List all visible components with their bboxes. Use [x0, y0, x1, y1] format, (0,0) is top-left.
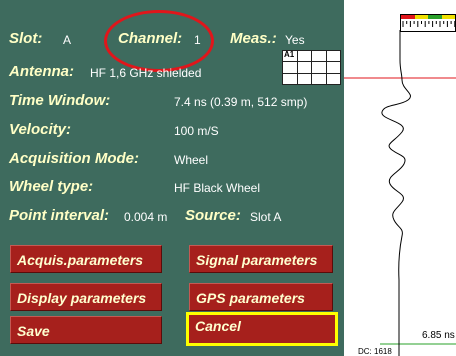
antenna-grid-cell[interactable] — [325, 50, 341, 63]
antenna-grid-cell[interactable] — [311, 61, 327, 74]
acquisition-mode-label: Acquisition Mode: — [9, 150, 139, 167]
source-label: Source: — [185, 207, 241, 224]
antenna-grid-cell[interactable] — [311, 72, 327, 85]
trace-bottom-label: DC: 1618 — [358, 347, 392, 356]
time-window-value[interactable]: 7.4 ns (0.39 m, 512 smp) — [174, 95, 307, 109]
meas-value[interactable]: Yes — [285, 33, 305, 47]
trace-waveform — [344, 30, 456, 356]
scale-ticks — [402, 21, 456, 27]
cancel-button[interactable]: Cancel — [186, 312, 338, 346]
signal-parameters-button[interactable]: Signal parameters — [189, 245, 333, 273]
wheel-type-value[interactable]: HF Black Wheel — [174, 181, 260, 195]
wheel-type-label: Wheel type: — [9, 178, 94, 195]
antenna-grid-cell[interactable] — [311, 50, 327, 63]
save-button[interactable]: Save — [10, 316, 162, 344]
gps-parameters-button[interactable]: GPS parameters — [189, 283, 333, 311]
antenna-label: Antenna: — [9, 63, 74, 80]
acquis-parameters-button[interactable]: Acquis.parameters — [10, 245, 162, 273]
time-window-label: Time Window: — [9, 92, 111, 109]
slot-label: Slot: — [9, 30, 43, 47]
antenna-grid-cell[interactable] — [282, 61, 298, 74]
velocity-label: Velocity: — [9, 121, 71, 138]
antenna-grid[interactable]: A1 — [282, 50, 341, 85]
display-parameters-button[interactable]: Display parameters — [10, 283, 162, 311]
signal-level-scale — [400, 14, 456, 32]
slot-value[interactable]: A — [63, 33, 71, 47]
settings-panel: Slot: A Channel: 1 Meas.: Yes Antenna: H… — [0, 0, 344, 356]
time-readout: 6.85 ns — [422, 330, 455, 341]
source-value[interactable]: Slot A — [250, 210, 281, 224]
antenna-grid-cell[interactable] — [296, 61, 312, 74]
point-interval-value[interactable]: 0.004 m — [124, 210, 167, 224]
acquisition-mode-value[interactable]: Wheel — [174, 153, 208, 167]
antenna-grid-cell[interactable] — [325, 61, 341, 74]
antenna-value[interactable]: HF 1,6 GHz shielded — [90, 66, 201, 80]
trace-view: 6.85 ns DC: 1618 — [344, 0, 456, 356]
tick-group — [402, 21, 456, 27]
antenna-grid-cell[interactable] — [296, 50, 312, 63]
trace-path — [381, 30, 411, 356]
antenna-grid-tag: A1 — [284, 50, 295, 59]
antenna-grid-cell[interactable] — [325, 72, 341, 85]
channel-highlight-annotation — [104, 10, 214, 72]
meas-label: Meas.: — [230, 30, 277, 47]
antenna-grid-cell[interactable] — [282, 72, 298, 85]
velocity-value[interactable]: 100 m/S — [174, 124, 219, 138]
point-interval-label: Point interval: — [9, 207, 110, 224]
antenna-grid-cell[interactable] — [296, 72, 312, 85]
